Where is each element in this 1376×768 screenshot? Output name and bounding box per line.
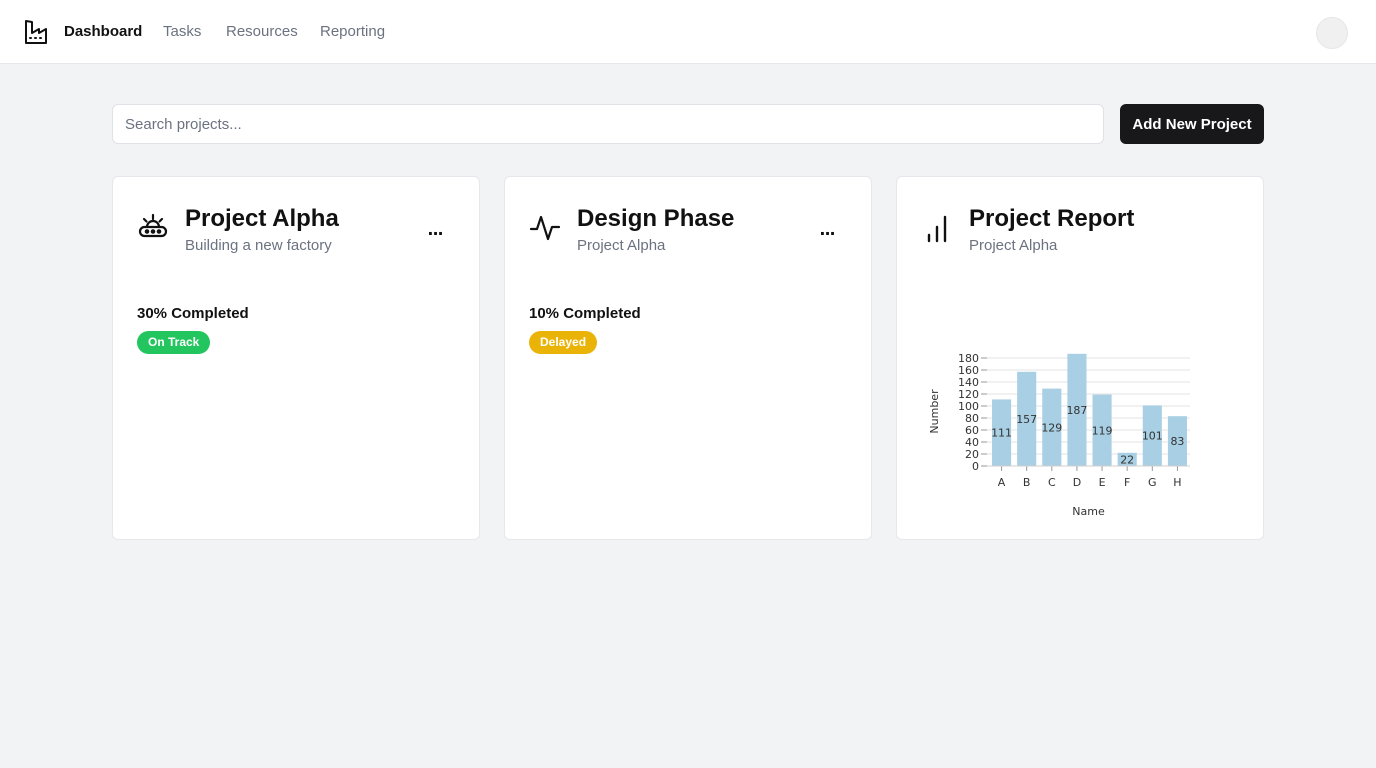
x-tick-label: G bbox=[1148, 476, 1157, 489]
y-tick-label: 180 bbox=[958, 352, 979, 365]
nav-dashboard[interactable]: Dashboard bbox=[64, 23, 142, 41]
card-title: Design Phase bbox=[577, 205, 735, 232]
bar-value-label: 187 bbox=[1066, 404, 1087, 417]
nav-resources[interactable]: Resources bbox=[226, 23, 298, 41]
project-card-design-phase: Design Phase Project Alpha ... 10% Compl… bbox=[504, 176, 872, 540]
bar-value-label: 83 bbox=[1170, 435, 1184, 448]
x-tick-label: A bbox=[998, 476, 1006, 489]
y-tick-label: 140 bbox=[958, 376, 979, 389]
x-tick-label: D bbox=[1073, 476, 1081, 489]
x-axis-label: Name bbox=[1072, 505, 1105, 518]
completion-text: 30% Completed bbox=[137, 305, 249, 322]
status-badge: Delayed bbox=[529, 331, 598, 354]
card-subtitle: Project Alpha bbox=[969, 237, 1058, 254]
card-title: Project Alpha bbox=[185, 205, 339, 232]
activity-icon bbox=[529, 211, 561, 243]
y-tick-label: 40 bbox=[965, 436, 979, 449]
bar-chart: 020406080100120140160180 Number 111 A 157 B 12… bbox=[928, 352, 1190, 518]
project-report-card: Project Report Project Alpha 0 20 40 60 80 10… bbox=[896, 176, 1264, 540]
user-avatar[interactable] bbox=[1316, 17, 1348, 49]
bar-value-label: 101 bbox=[1142, 430, 1163, 443]
x-tick-label: H bbox=[1173, 476, 1181, 489]
conveyor-icon bbox=[137, 211, 169, 243]
add-new-project-button[interactable]: Add New Project bbox=[1120, 104, 1264, 144]
project-card-alpha: Project Alpha Building a new factory ...… bbox=[112, 176, 480, 540]
more-options-button[interactable]: ... bbox=[817, 217, 837, 243]
nav-reporting[interactable]: Reporting bbox=[320, 23, 385, 41]
search-projects-input[interactable] bbox=[112, 104, 1104, 144]
card-subtitle: Building a new factory bbox=[185, 237, 332, 254]
y-tick-label: 120 bbox=[958, 388, 979, 401]
top-navigation-bar: Dashboard Tasks Resources Reporting bbox=[0, 0, 1376, 64]
y-axis-label: Number bbox=[928, 389, 941, 434]
y-tick-label: 20 bbox=[965, 448, 979, 461]
bar-value-label: 129 bbox=[1041, 421, 1062, 434]
card-subtitle: Project Alpha bbox=[577, 237, 666, 254]
more-options-button[interactable]: ... bbox=[425, 217, 445, 243]
x-tick-label: C bbox=[1048, 476, 1056, 489]
x-tick-label: B bbox=[1023, 476, 1031, 489]
bar-value-label: 111 bbox=[991, 427, 1012, 440]
completion-text: 10% Completed bbox=[529, 305, 641, 322]
bar-value-label: 22 bbox=[1120, 453, 1134, 466]
y-tick-label: 60 bbox=[965, 424, 979, 437]
status-badge: On Track bbox=[137, 331, 211, 354]
x-tick-label: E bbox=[1099, 476, 1106, 489]
nav-tasks[interactable]: Tasks bbox=[163, 23, 201, 41]
y-tick-label: 160 bbox=[958, 364, 979, 377]
bar-value-label: 157 bbox=[1016, 413, 1037, 426]
card-title: Project Report bbox=[969, 205, 1135, 232]
factory-icon[interactable] bbox=[24, 19, 48, 45]
y-tick-label: 80 bbox=[965, 412, 979, 425]
bar-chart-icon bbox=[921, 211, 953, 243]
y-tick-label: 100 bbox=[958, 400, 979, 413]
bar-value-label: 119 bbox=[1092, 424, 1113, 437]
y-tick-label: 0 bbox=[972, 460, 979, 473]
x-tick-label: F bbox=[1124, 476, 1130, 489]
